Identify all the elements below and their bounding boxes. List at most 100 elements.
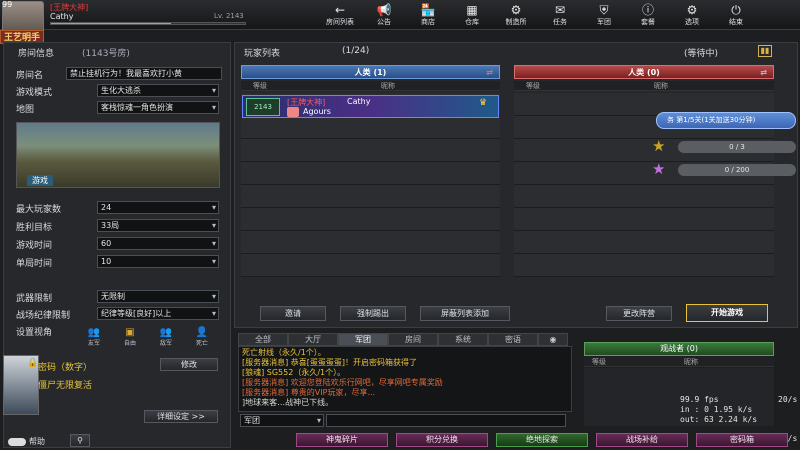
view-option[interactable]: 👥 敌军 xyxy=(152,323,180,347)
col-name: 昵称 xyxy=(684,358,698,366)
observer-columns: 等级 昵称 xyxy=(584,357,774,367)
pause-icon[interactable]: ▮▮ xyxy=(758,45,772,57)
col-level: 等级 xyxy=(526,82,540,90)
player-card[interactable]: 2143 [王牌大神] Cathy Agours ♛ xyxy=(242,95,499,118)
nav-megaphone-button[interactable]: 📢 公告 xyxy=(362,0,406,30)
game-time-select[interactable]: 60 xyxy=(97,237,219,250)
nav-label: 套餐 xyxy=(641,17,655,26)
player-slot[interactable] xyxy=(241,116,500,139)
player-slot[interactable] xyxy=(241,139,500,162)
mode-select[interactable]: 生化大逃杀 xyxy=(97,84,219,97)
nav-gear-button[interactable]: ⚙ 选项 xyxy=(670,0,714,30)
invite-button[interactable]: 邀请 xyxy=(260,306,326,321)
chat-tab[interactable]: 房间 xyxy=(388,333,438,346)
view-option[interactable]: ▣ 自由 xyxy=(116,323,144,347)
room-name-input[interactable]: 禁止挂机行为！我最喜欢打小黄 xyxy=(66,67,222,80)
map-select[interactable]: 客栈惊魂一角色扮演 xyxy=(97,101,219,114)
mission-banner[interactable]: 务 第1/5关(1关加送30分钟) xyxy=(656,112,796,129)
mission-icon: ✉ xyxy=(554,2,566,17)
xp-bar-fill xyxy=(51,23,172,24)
nav-shop-button[interactable]: 🏪 商店 xyxy=(406,0,450,30)
player-slot[interactable] xyxy=(514,231,774,254)
kick-button[interactable]: 强制踢出 xyxy=(340,306,406,321)
team-left-header[interactable]: 人类 (1) ⇄ xyxy=(241,65,500,79)
nav-label: 任务 xyxy=(553,17,567,26)
max-players-label: 最大玩家数 xyxy=(16,205,62,215)
team-left-columns: 等级 昵称 xyxy=(241,81,500,91)
player-slot[interactable] xyxy=(241,162,500,185)
help-button[interactable]: 帮助 xyxy=(8,435,68,448)
net-in: in : 0 1.95 k/s xyxy=(680,405,753,414)
team-right-header[interactable]: 人类 (0) ⇄ xyxy=(514,65,774,79)
player-slot[interactable] xyxy=(514,254,774,277)
player-slot[interactable] xyxy=(241,231,500,254)
mission-progress-2: 0 / 200 xyxy=(678,164,796,176)
nav-factory-button[interactable]: ⚙ 制造所 xyxy=(494,0,538,30)
player-slot[interactable] xyxy=(514,185,774,208)
shield-icon: ⛨ xyxy=(599,2,609,17)
bottom-button[interactable]: 密码箱 xyxy=(696,433,788,447)
arrow-left-icon: ← xyxy=(334,2,346,17)
chat-tab[interactable]: 系统 xyxy=(438,333,488,346)
win-target-select[interactable]: 33局 xyxy=(97,219,219,232)
net-out: out: 63 2.24 k/s xyxy=(680,415,758,424)
player-clan: Agours xyxy=(303,107,331,116)
bottom-button[interactable]: 战场补给 xyxy=(596,433,688,447)
chat-tab[interactable]: 密语 xyxy=(488,333,538,346)
chat-message: [服务器消息] 欢迎您登陆欢乐行网吧，尽享网吧专属奖励 xyxy=(242,378,443,387)
view-option[interactable]: 👥 友军 xyxy=(80,323,108,347)
player-list-title: 玩家列表 xyxy=(244,49,281,59)
discipline-select[interactable]: 纪律等级[良好]以上 xyxy=(97,307,219,320)
bottom-button[interactable]: 绝地探索 xyxy=(496,433,588,447)
gear-icon: ⚙ xyxy=(686,2,698,17)
player-slot[interactable] xyxy=(514,208,774,231)
chat-input[interactable] xyxy=(326,414,566,427)
detail-settings-button[interactable]: 详细设定 >> xyxy=(144,410,218,423)
nav-label: 选项 xyxy=(685,17,699,26)
info-icon: ⓘ xyxy=(641,2,654,17)
max-players-select[interactable]: 24 xyxy=(97,201,219,214)
bottom-button[interactable]: 神鬼碎片 xyxy=(296,433,388,447)
observer-header[interactable]: 观战者 (0) xyxy=(584,342,774,356)
level-badge: 99 xyxy=(2,0,13,9)
nav-mission-button[interactable]: ✉ 任务 xyxy=(538,0,582,30)
block-list-button[interactable]: 屏蔽列表添加 xyxy=(420,306,510,321)
username: Cathy xyxy=(50,12,74,21)
player-slot[interactable] xyxy=(241,185,500,208)
star-icon: ★ xyxy=(652,137,666,155)
nav-warehouse-button[interactable]: ▦ 仓库 xyxy=(450,0,494,30)
chat-channel-select[interactable]: 军团 xyxy=(240,414,324,427)
col-name: 昵称 xyxy=(381,82,395,90)
mission-progress-1: 0 / 3 xyxy=(678,141,796,153)
weapon-limit-select[interactable]: 无限制 xyxy=(97,290,219,303)
player-slot[interactable] xyxy=(241,208,500,231)
chat-tab[interactable]: 军团 xyxy=(338,333,388,346)
nav-label: 房间列表 xyxy=(326,17,354,26)
modify-button[interactable]: 修改 xyxy=(160,358,218,371)
search-icon[interactable]: ⚲ xyxy=(70,434,90,447)
chat-tab[interactable]: 全部 xyxy=(238,333,288,346)
chat-tab[interactable]: 大厅 xyxy=(288,333,338,346)
toggle-icon xyxy=(8,437,26,446)
chat-message: [狼魂] SG552（永久/1个）。 xyxy=(242,368,346,377)
nav-arrow-left-button[interactable]: ← 房间列表 xyxy=(318,0,362,30)
weapon-limit-label: 武器限制 xyxy=(16,294,53,304)
round-time-select[interactable]: 10 xyxy=(97,255,219,268)
nav-power-button[interactable]: ⏻ 结束 xyxy=(714,0,758,30)
star-icon: ★ xyxy=(652,160,666,178)
view-option-label: 自由 xyxy=(123,340,136,347)
chat-messages: 死亡射线（永久/1个）。 [服务器消息] 恭喜[蛋蛋蛋蛋]！开启密码箱获得了 [狼魂… xyxy=(242,348,568,408)
change-team-button[interactable]: 更改阵营 xyxy=(606,306,672,321)
host-crown-icon: ♛ xyxy=(479,98,488,108)
start-game-button[interactable]: 开始游戏 xyxy=(686,304,768,322)
player-slot[interactable] xyxy=(241,254,500,277)
nav-shield-button[interactable]: ⛨ 军团 xyxy=(582,0,626,30)
nav-label: 商店 xyxy=(421,17,435,26)
round-time-label: 单局时间 xyxy=(16,259,53,269)
enemy-view-icon: 👥 xyxy=(159,327,173,338)
nav-info-button[interactable]: ⓘ 套餐 xyxy=(626,0,670,30)
bottom-button[interactable]: 积分兑换 xyxy=(396,433,488,447)
eye-icon[interactable]: ◉ xyxy=(538,333,568,346)
warehouse-icon: ▦ xyxy=(466,2,478,17)
view-option[interactable]: 👤 死亡 xyxy=(188,323,216,347)
